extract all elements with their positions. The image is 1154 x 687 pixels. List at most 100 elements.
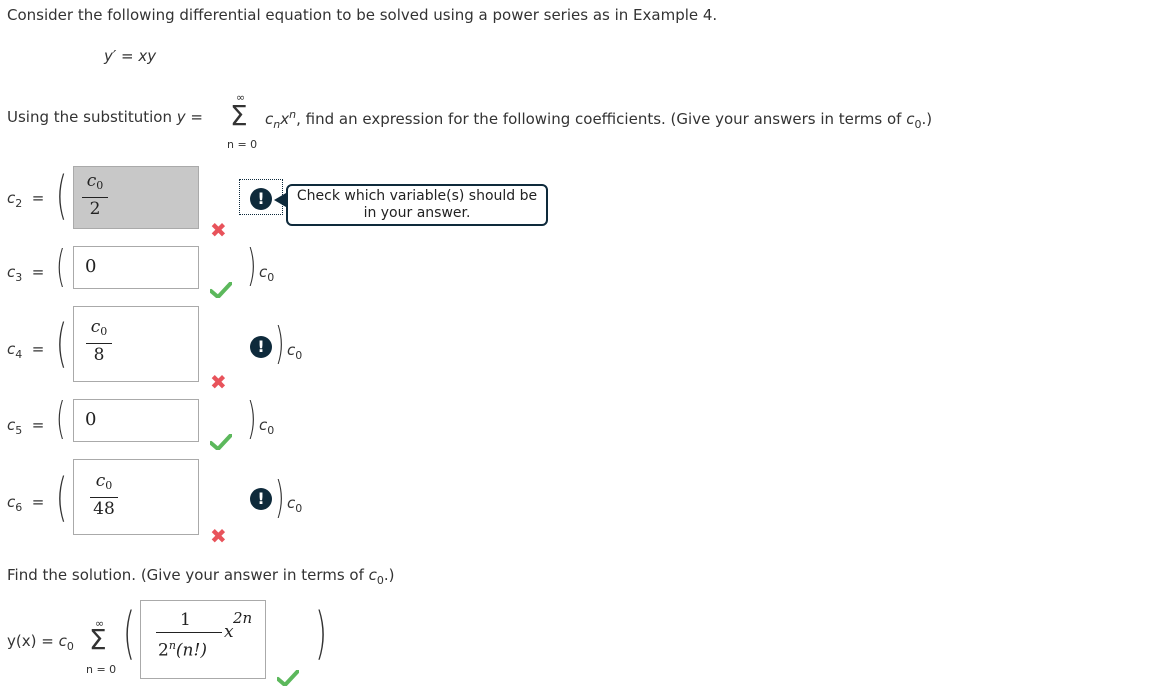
- label-equals: =: [31, 493, 45, 511]
- x-mark-icon: ✖: [210, 218, 227, 242]
- tail-c0-c5: c0: [259, 416, 274, 437]
- label-sub: 4: [15, 348, 23, 361]
- right-paren: ): [247, 240, 257, 291]
- answer-value-c5: 0: [85, 409, 97, 430]
- num-c: c: [86, 171, 97, 191]
- find-solution-close: .): [383, 566, 395, 584]
- label-c: c: [7, 493, 16, 511]
- label-equals: =: [31, 340, 45, 358]
- right-paren: ): [275, 472, 285, 523]
- c0-sub: 0: [376, 574, 384, 587]
- check-mark-icon: [210, 434, 232, 450]
- c0-c: c: [368, 566, 377, 584]
- c0-sub: 0: [66, 640, 74, 653]
- right-paren: ): [275, 318, 285, 369]
- tail-c: c: [259, 263, 268, 281]
- right-paren: ): [315, 601, 328, 666]
- sum-lower-limit: n = 0: [227, 138, 258, 151]
- exclamation-icon[interactable]: !: [250, 488, 272, 510]
- solution-denominator: 2n(n!): [158, 639, 207, 661]
- label-c: c: [7, 416, 16, 434]
- coefficient-label-c2: c2 =: [7, 189, 44, 210]
- substitution-rest: cnxn, find an expression for the followi…: [265, 108, 932, 131]
- coefficient-label-c6: c6 =: [7, 493, 44, 514]
- label-equals: =: [31, 189, 45, 207]
- label-c: c: [7, 263, 16, 281]
- tail-sub: 0: [267, 271, 275, 284]
- differential-equation: y′ = xy: [104, 47, 157, 65]
- denominator: 2: [89, 199, 101, 219]
- den-base: 2: [158, 640, 169, 661]
- tail-c: c: [259, 416, 268, 434]
- left-paren: (: [123, 601, 136, 666]
- denominator: 48: [93, 499, 115, 519]
- tail-sub: 0: [295, 502, 303, 515]
- coefficient-label-c3: c3 =: [7, 263, 44, 284]
- label-sub: 2: [15, 197, 23, 210]
- label-sub: 5: [15, 424, 23, 437]
- num-sub: 0: [105, 479, 113, 492]
- label-c: c: [7, 340, 16, 358]
- coefficient-label-c4: c4 =: [7, 340, 44, 361]
- label-sub: 6: [15, 501, 23, 514]
- c0-c: c: [58, 632, 67, 650]
- tail-c0-c3: c0: [259, 263, 274, 284]
- x-mark-icon: ✖: [210, 524, 227, 548]
- denominator: 8: [93, 345, 105, 365]
- left-paren: (: [56, 314, 68, 374]
- find-solution-prefix: Find the solution. (Give your answer in …: [7, 566, 369, 584]
- solution-numerator: 1: [180, 610, 191, 630]
- label-sub: 3: [15, 271, 23, 284]
- tail-c: c: [287, 341, 296, 359]
- y-variable: y: [176, 108, 186, 126]
- tail-sub: 0: [267, 424, 275, 437]
- fraction-bar: [82, 197, 108, 198]
- numerator: c0: [86, 318, 112, 341]
- label-c: c: [7, 189, 16, 207]
- sigma-symbol: Σ: [89, 623, 107, 656]
- label-equals: =: [31, 416, 45, 434]
- fraction-c4: c0 8: [86, 318, 112, 364]
- series-coefficient-c: c: [265, 110, 274, 128]
- fraction-bar: [90, 497, 118, 498]
- label-equals: =: [31, 263, 45, 281]
- substitution-prefix: Using the substitution: [7, 108, 177, 126]
- solution-x-exponent: 2n: [233, 609, 253, 627]
- check-mark-icon: [210, 282, 232, 298]
- num-sub: 0: [100, 325, 108, 338]
- fraction-bar: [86, 343, 112, 344]
- left-paren: (: [56, 468, 68, 528]
- substitution-instructions: , find an expression for the following c…: [296, 110, 907, 128]
- fraction-c6: c0 48: [90, 472, 118, 518]
- coefficient-label-c5: c5 =: [7, 416, 44, 437]
- tail-c: c: [287, 494, 296, 512]
- right-paren: ): [247, 393, 257, 444]
- equals-sign: =: [185, 108, 203, 126]
- x-mark-icon: ✖: [210, 370, 227, 394]
- exclamation-icon[interactable]: !: [250, 188, 272, 210]
- numerator: c0: [90, 472, 118, 495]
- check-mark-icon: [277, 670, 299, 686]
- den-factorial: (n!): [175, 640, 207, 661]
- num-c: c: [95, 471, 106, 491]
- solution-fraction-bar: [156, 632, 222, 633]
- left-paren: (: [56, 241, 66, 292]
- tail-sub: 0: [295, 349, 303, 362]
- solution-sum-lower: n = 0: [86, 663, 117, 676]
- den-exp: n: [168, 639, 176, 652]
- find-solution-text: Find the solution. (Give your answer in …: [7, 566, 395, 587]
- fraction-c2: c0 2: [82, 172, 108, 218]
- tooltip-arrow: [274, 193, 286, 207]
- answer-value-c3: 0: [85, 256, 97, 277]
- solution-lhs: y(x) = c0: [7, 632, 74, 653]
- left-paren: (: [56, 166, 68, 226]
- intro-text: Consider the following differential equa…: [7, 6, 718, 24]
- exclamation-icon[interactable]: !: [250, 336, 272, 358]
- series-x: x: [280, 110, 290, 128]
- y-of-x: y(x) =: [7, 632, 59, 650]
- num-c: c: [90, 317, 101, 337]
- tail-c0-c6: c0: [287, 494, 302, 515]
- sigma-symbol: Σ: [230, 99, 248, 132]
- numerator: c0: [82, 172, 108, 195]
- substitution-close: .): [921, 110, 933, 128]
